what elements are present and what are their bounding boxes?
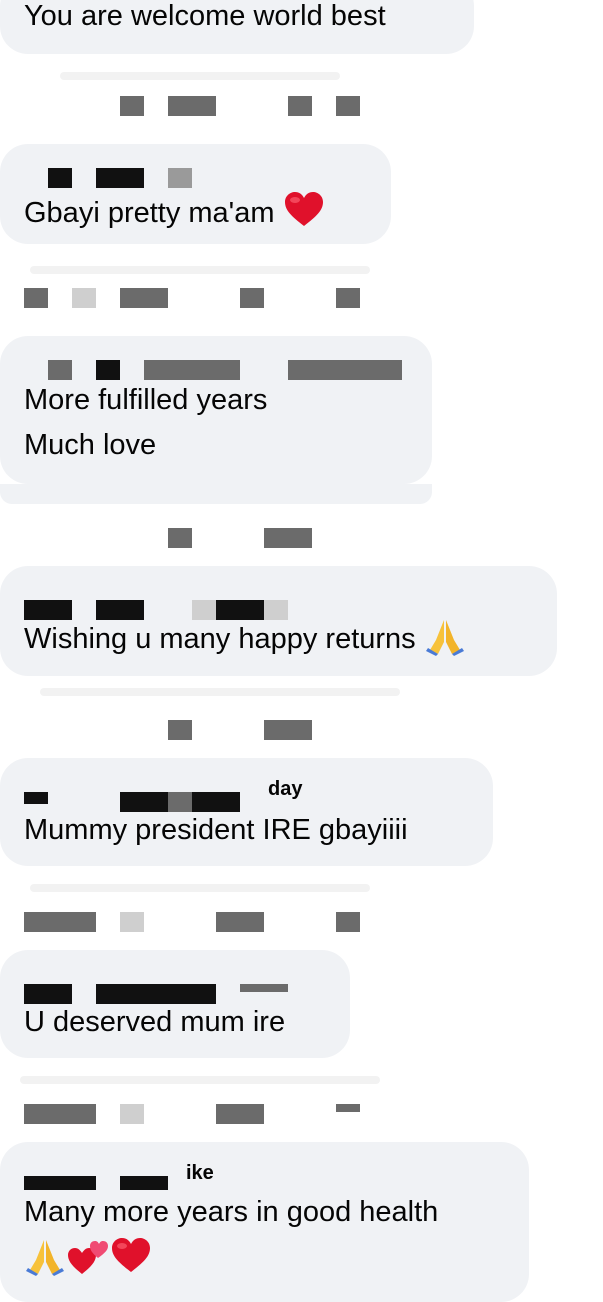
- timestamp: [216, 1104, 264, 1124]
- author-name[interactable]: [288, 360, 402, 380]
- comment-text: You are welcome world best: [24, 0, 386, 32]
- reply-button[interactable]: [120, 912, 144, 932]
- author-name-fragment: day: [268, 778, 303, 800]
- author-name-fragment: ike: [186, 1162, 214, 1184]
- author-name[interactable]: [96, 168, 144, 188]
- author-name[interactable]: [24, 792, 48, 804]
- reply-button[interactable]: [168, 720, 192, 740]
- author-name[interactable]: [240, 984, 288, 992]
- comment-bubble[interactable]: Wishing u many happy returns: [0, 566, 557, 676]
- comment-text: U deserved mum ire: [24, 1006, 286, 1038]
- reactions[interactable]: [336, 1104, 360, 1112]
- comment-bubble[interactable]: day Mummy president IRE gbayiiii: [0, 758, 493, 866]
- reactions[interactable]: [336, 288, 360, 308]
- reply-button[interactable]: [168, 96, 216, 116]
- comment-actions: [0, 266, 603, 312]
- comment-text: Gbayi pretty ma'am: [24, 190, 325, 242]
- comment-text-line: Much love: [24, 429, 157, 461]
- author-name[interactable]: [120, 1176, 168, 1190]
- comment-actions: [0, 528, 603, 552]
- comment-bubble[interactable]: ike Many more years in good health: [0, 1142, 529, 1302]
- like-button[interactable]: [24, 1104, 96, 1124]
- timestamp: [216, 912, 264, 932]
- comment-bubble[interactable]: U deserved mum ire: [0, 950, 350, 1058]
- like-button[interactable]: [24, 912, 96, 932]
- author-name[interactable]: [24, 1176, 96, 1190]
- reply-button[interactable]: [168, 528, 192, 548]
- like-button[interactable]: [120, 96, 144, 116]
- timestamp: [288, 96, 312, 116]
- author-name[interactable]: [144, 360, 240, 380]
- red-heart-icon: [110, 1236, 152, 1288]
- comment-actions: [0, 72, 603, 120]
- reply-button[interactable]: [120, 288, 168, 308]
- reactions[interactable]: [336, 96, 360, 116]
- folded-hands-icon: [424, 616, 466, 670]
- comment-text-content: Wishing u many happy returns: [24, 623, 416, 655]
- author-name[interactable]: [48, 360, 72, 380]
- comment-bubble[interactable]: Gbayi pretty ma'am: [0, 144, 391, 244]
- comment-actions: [0, 688, 603, 744]
- timestamp: [240, 288, 264, 308]
- like-button[interactable]: [72, 288, 96, 308]
- timestamp: [264, 720, 312, 740]
- timestamp: [264, 528, 312, 548]
- red-heart-icon: [283, 190, 325, 242]
- two-hearts-icon: [66, 1236, 110, 1290]
- comment-emoji-line: [24, 1236, 152, 1290]
- author-name[interactable]: [96, 360, 120, 380]
- author-name[interactable]: [48, 168, 72, 188]
- comment-bubble[interactable]: You are welcome world best: [0, 0, 474, 54]
- comment-text-line: More fulfilled years: [24, 384, 268, 416]
- reply-button[interactable]: [120, 1104, 144, 1124]
- comment-text: Wishing u many happy returns: [24, 616, 466, 670]
- comment-text-content: Gbayi pretty ma'am: [24, 197, 275, 229]
- comment-text: Many more years in good health: [24, 1196, 439, 1228]
- author-name[interactable]: [168, 168, 192, 188]
- comment-text: Mummy president IRE gbayiiii: [24, 814, 408, 846]
- comment-actions: [0, 884, 603, 936]
- folded-hands-icon: [24, 1236, 66, 1290]
- comment-bubble[interactable]: More fulfilled years Much love: [0, 336, 432, 484]
- reactions[interactable]: [336, 912, 360, 932]
- comment-bubble-edge: [0, 484, 432, 504]
- like-button[interactable]: [24, 288, 48, 308]
- comment-actions: [0, 1076, 603, 1128]
- comment-thread: { "comments": [ {"text": "You are welcom…: [0, 0, 603, 1302]
